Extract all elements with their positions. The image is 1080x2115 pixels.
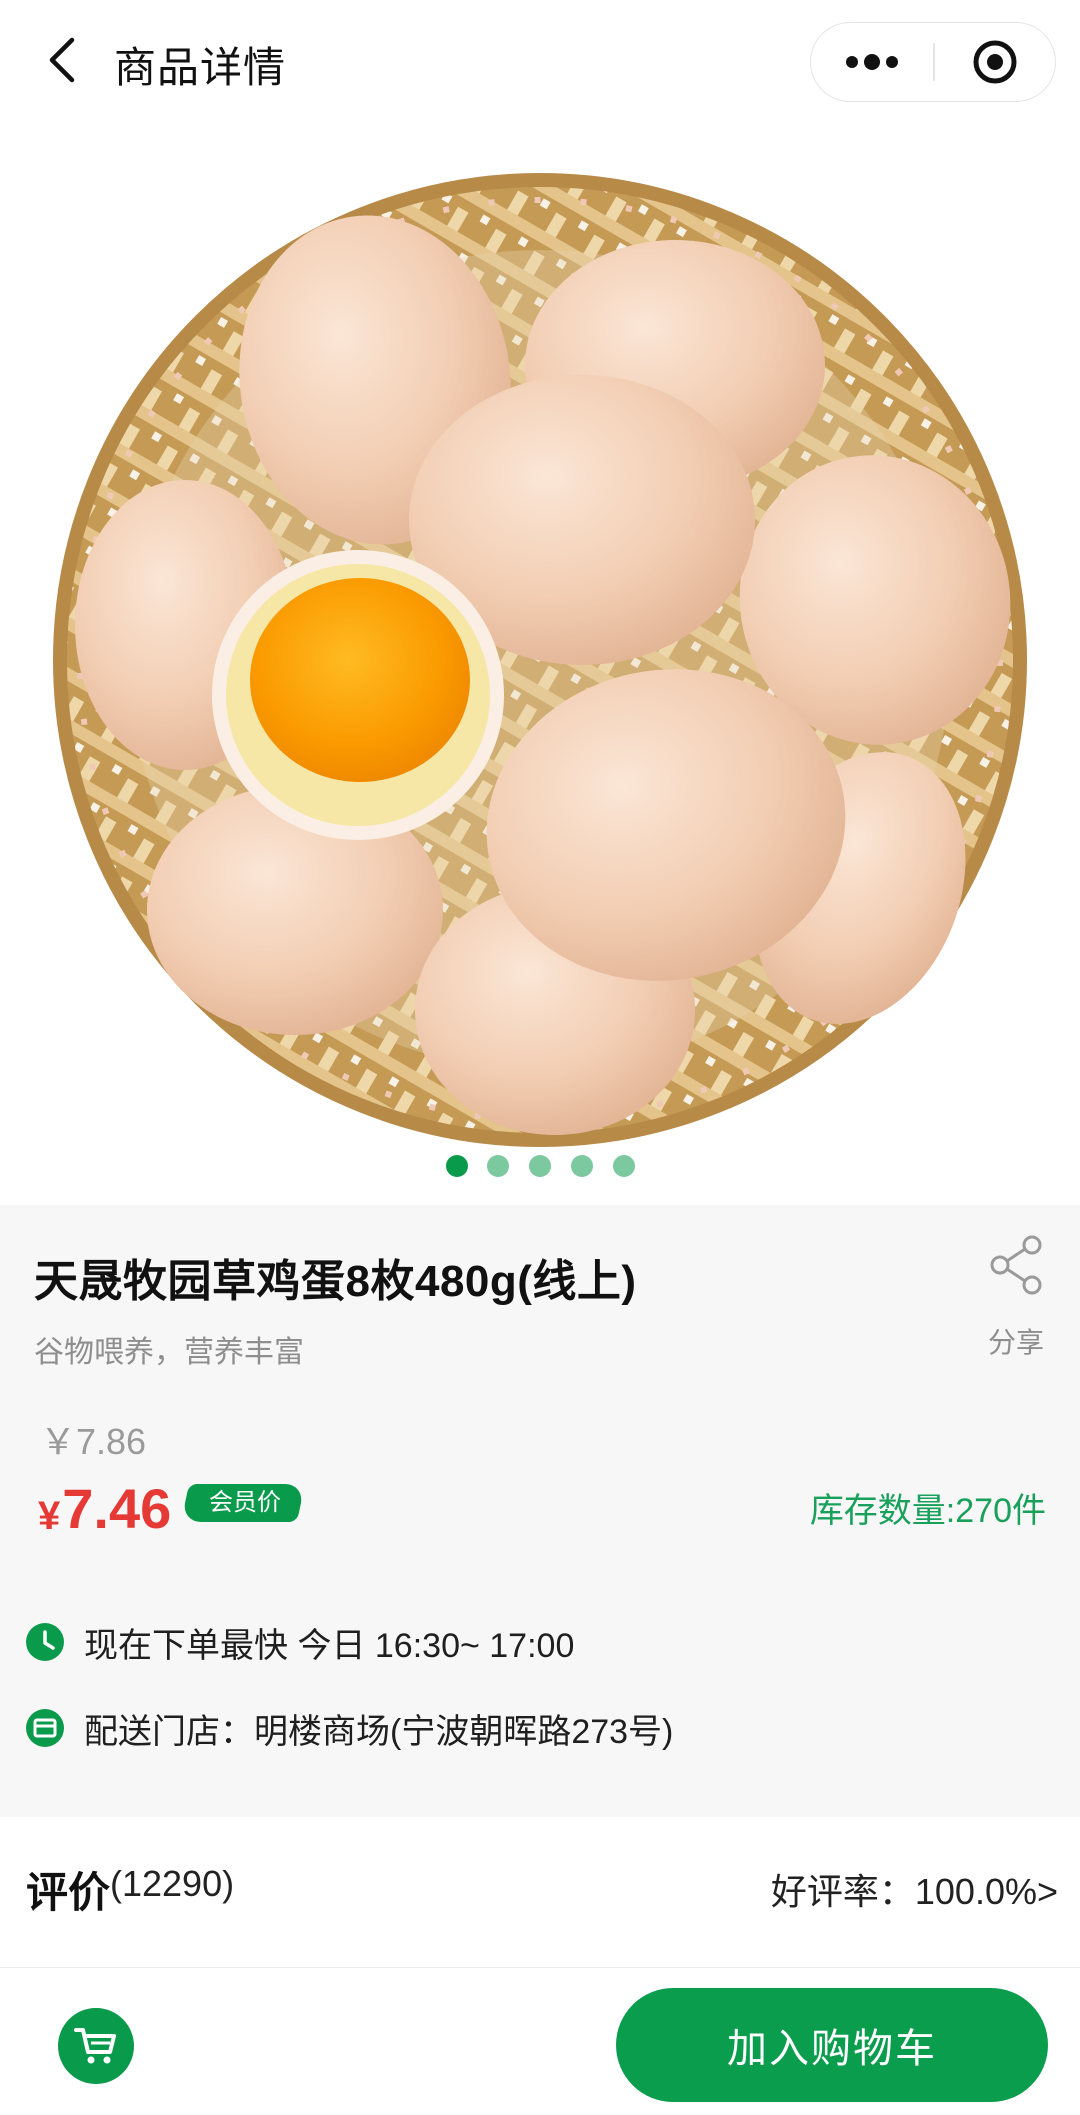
clock-icon — [26, 1623, 64, 1661]
target-icon — [973, 40, 1017, 83]
page-title: 商品详情 — [114, 44, 287, 91]
original-price: ￥7.86 — [40, 1421, 147, 1462]
reviews-section: 评价 (12290) 好评率：100.0%> — [0, 1817, 1080, 1967]
product-name: 天晟牧园草鸡蛋8枚480g(线上) — [34, 1257, 637, 1306]
more-button[interactable] — [811, 23, 933, 100]
reviews-count: (12290) — [110, 1863, 235, 1904]
product-image-carousel[interactable] — [0, 120, 1080, 1205]
price-currency: ¥ — [38, 1493, 61, 1538]
mini-program-capsule — [810, 22, 1056, 102]
carousel-dot — [613, 1155, 635, 1177]
nav-bar: 商品详情 — [0, 0, 1080, 120]
product-photo — [53, 173, 1027, 1147]
member-price-badge-label: 会员价 — [209, 1489, 282, 1516]
back-button[interactable] — [30, 28, 94, 92]
delivery-time-text: 现在下单最快 今日 16:30~ 17:00 — [84, 1626, 575, 1665]
delivery-time-row: 现在下单最快 今日 16:30~ 17:00 — [26, 1617, 574, 1667]
share-icon — [990, 1235, 1042, 1295]
share-label: 分享 — [987, 1327, 1044, 1358]
chevron-left-icon — [49, 37, 75, 83]
member-price: 7.46 — [62, 1476, 172, 1540]
delivery-store-row: 配送门店：明楼商场(宁波朝晖路273号) — [26, 1703, 673, 1753]
positive-rate-link[interactable]: 好评率：100.0%> — [771, 1863, 1058, 1915]
cart-button[interactable] — [58, 2008, 134, 2084]
reviews-title: 评价 — [26, 1869, 111, 1916]
more-dots-icon — [846, 53, 898, 70]
carousel-dot — [487, 1155, 509, 1177]
price-row: ¥ 7.46 会员价 — [38, 1473, 306, 1543]
delivery-store-text: 配送门店：明楼商场(宁波朝晖路273号) — [84, 1712, 674, 1751]
carousel-dot — [571, 1155, 593, 1177]
member-price-badge: 会员价 — [181, 1484, 306, 1522]
carousel-dot — [529, 1155, 551, 1177]
carousel-dot — [446, 1155, 468, 1177]
product-info: 天晟牧园草鸡蛋8枚480g(线上) 谷物喂养，营养丰富 分享 ￥7.86 ¥ 7… — [0, 1205, 1080, 1817]
bottom-action-bar: 加入购物车 — [0, 1967, 1080, 2115]
close-mini-program-button[interactable] — [935, 23, 1055, 100]
stock-quantity: 库存数量:270件 — [809, 1492, 1046, 1530]
share-button[interactable]: 分享 — [966, 1235, 1066, 1358]
shopping-cart-icon — [74, 2028, 116, 2064]
carousel-dots — [446, 1155, 635, 1177]
product-subtitle: 谷物喂养，营养丰富 — [34, 1336, 304, 1369]
store-icon — [26, 1709, 64, 1747]
add-to-cart-button[interactable]: 加入购物车 — [616, 1988, 1048, 2102]
